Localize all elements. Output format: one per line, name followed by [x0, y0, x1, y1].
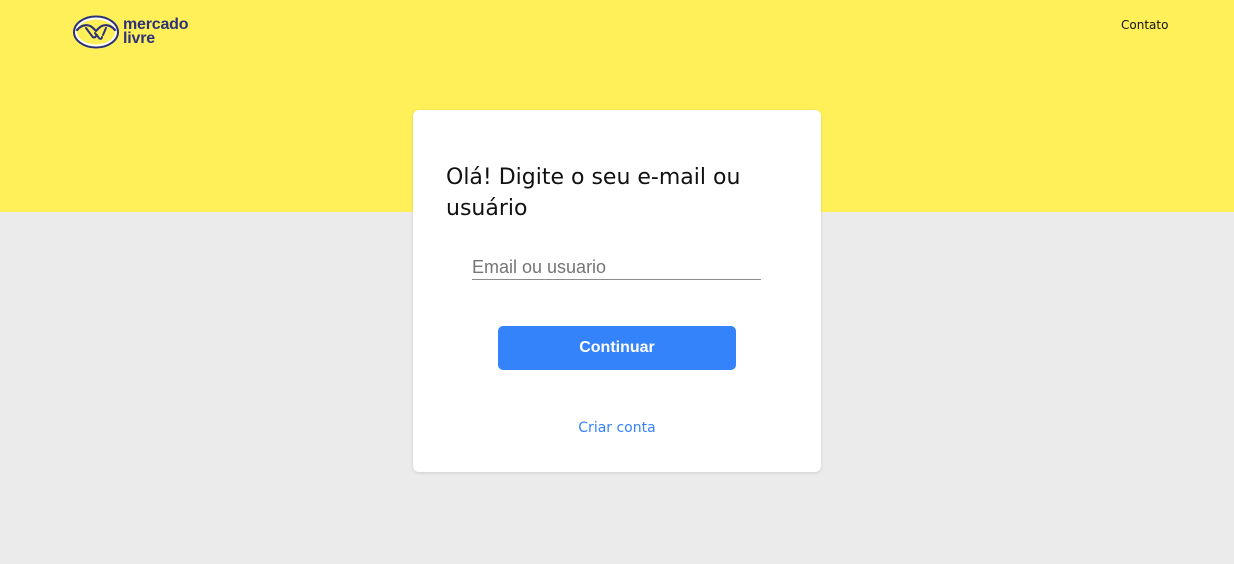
mercado-livre-handshake-icon: [73, 15, 119, 49]
logo-wordmark: mercado livre: [123, 17, 188, 47]
login-page: mercado livre Contato Olá! Digite o seu …: [0, 0, 1234, 564]
login-card: Olá! Digite o seu e-mail ou usuário Cont…: [413, 110, 821, 472]
mercado-livre-logo[interactable]: mercado livre: [73, 15, 188, 49]
login-title: Olá! Digite o seu e-mail ou usuário: [446, 165, 741, 221]
continue-button[interactable]: Continuar: [498, 326, 736, 370]
email-or-username-input[interactable]: [472, 255, 761, 280]
logo-line-2: livre: [123, 30, 155, 47]
contact-link[interactable]: Contato: [1121, 18, 1168, 32]
create-account-link[interactable]: Criar conta: [413, 420, 821, 436]
